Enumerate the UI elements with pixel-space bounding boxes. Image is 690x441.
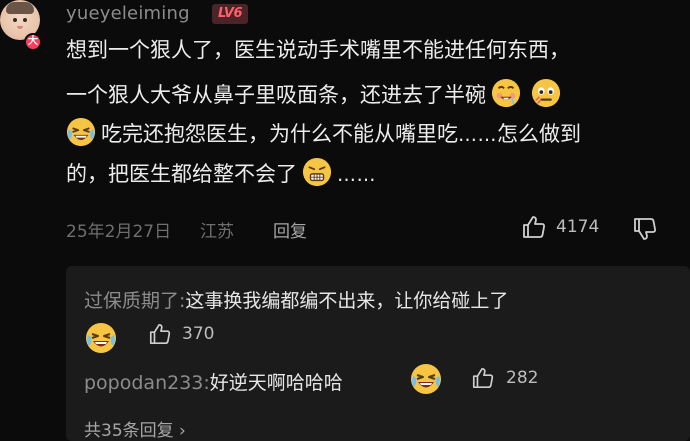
reply-username[interactable]: popodan233:	[84, 372, 210, 394]
comment-text-line-2: 一个狠人大爷从鼻子里吸面条，还进去了半碗	[66, 76, 666, 115]
reply-text: 这事换我编都编不出来，让你给碰上了	[185, 290, 509, 312]
reply-item[interactable]: popodan233:好逆天啊哈哈哈	[84, 368, 343, 395]
crying-laughing-emoji	[85, 322, 117, 354]
level-badge: LV6	[212, 4, 248, 24]
reply-button[interactable]: 回复	[273, 217, 307, 242]
reply-item[interactable]: 过保质期了:这事换我编都编不出来，让你给碰上了	[84, 286, 508, 313]
more-replies-label: 共35条回复	[84, 421, 174, 441]
comment-text-line: 想到一个狠人了，医生说动手术嘴里不能进任何东西，	[66, 38, 570, 62]
comment-text-segment: 的，把医生都给整不会了	[66, 162, 297, 186]
thumbs-down-icon[interactable]	[632, 216, 658, 242]
comment-text-segment: 怎么做到	[497, 122, 581, 146]
comment-text-line-4: 的，把医生都给整不会了 ……	[66, 155, 666, 195]
drooling-face-emoji	[491, 78, 521, 108]
comment-text-line-3: 吃完还抱怨医生，为什么不能从嘴里吃……怎么做到	[66, 115, 666, 155]
grimacing-face-emoji	[302, 157, 332, 187]
crying-laughing-emoji	[66, 117, 96, 147]
flushed-face-emoji	[531, 78, 561, 108]
thumbs-up-icon[interactable]	[148, 322, 172, 346]
thumbs-up-icon[interactable]	[521, 214, 547, 240]
comment-text-segment: 一个狠人大爷从鼻子里吸面条，还进去了半碗	[66, 83, 486, 107]
reply-like-count: 370	[182, 324, 215, 344]
like-count: 4174	[556, 217, 600, 237]
comment-username[interactable]: yueyeleiming	[66, 3, 190, 24]
reply-username[interactable]: 过保质期了:	[84, 290, 185, 312]
reply-text: 好逆天啊哈哈哈	[209, 372, 343, 394]
view-more-replies-link[interactable]: 共35条回复 ›	[84, 416, 186, 441]
crying-laughing-emoji	[410, 363, 442, 395]
ellipsis: ……	[458, 124, 497, 146]
avatar-badge: 大	[24, 33, 42, 51]
comment-location: 江苏	[200, 222, 234, 242]
chevron-right-icon: ›	[179, 421, 186, 441]
ellipsis: ……	[337, 164, 376, 186]
comment-date: 25年2月27日	[66, 222, 172, 242]
thumbs-up-icon[interactable]	[471, 366, 495, 390]
comment-text-segment: 吃完还抱怨医生，为什么不能从嘴里吃	[101, 122, 458, 146]
reply-like-count: 282	[506, 368, 539, 388]
